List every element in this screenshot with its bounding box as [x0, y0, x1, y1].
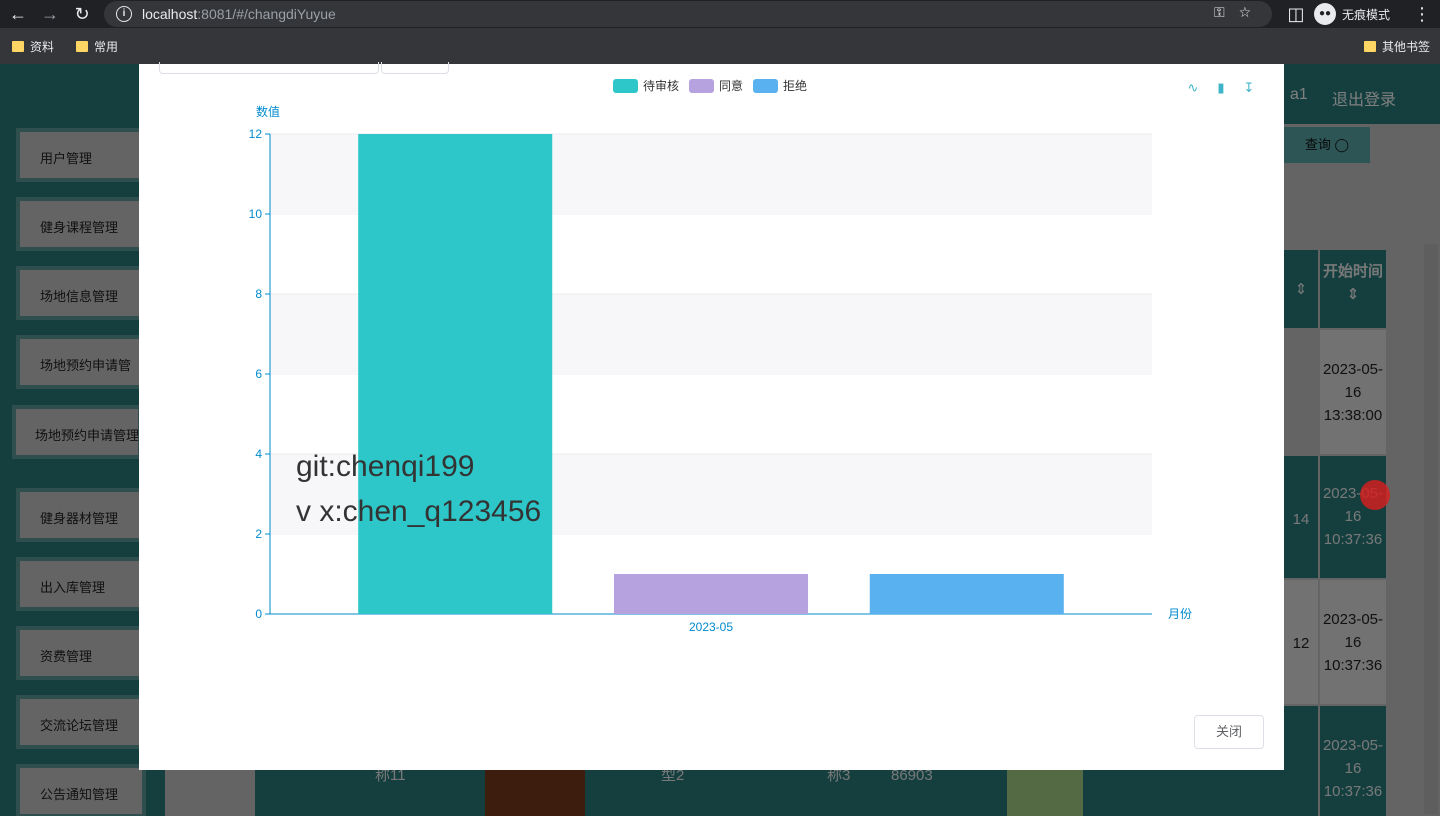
bar-chart: 0 2 4 6 8 10 12 数值月份 2023-05 [249, 104, 1192, 634]
site-info-icon[interactable]: i [116, 6, 132, 22]
bookmark-folder[interactable]: 资料 [12, 38, 54, 55]
x-tick-label: 2023-05 [689, 620, 733, 634]
omnibox-actions: ⚿ ☆ [1214, 4, 1251, 21]
close-button[interactable]: 关闭 [1194, 715, 1264, 749]
chart-dialog: 待审核 同意 拒绝 ∿ ▮ ↧ 0 2 4 6 8 10 12 数值 月份 2023-05 git… [139, 62, 1284, 770]
y-tick-label: 4 [255, 447, 262, 461]
bookmarks-bar: 资料 常用 其他书签 [0, 28, 1440, 64]
folder-icon [76, 41, 88, 52]
other-bookmarks[interactable]: 其他书签 [1364, 38, 1430, 55]
bar [358, 134, 553, 614]
incognito-label: 无痕模式 [1342, 7, 1391, 22]
reload-icon[interactable]: ↻ [70, 2, 94, 26]
y-tick-label: 2 [255, 527, 262, 541]
forward-icon[interactable]: → [38, 2, 62, 26]
browser-toolbar: ← → ↻ i localhost:8081/#/changdiYuyue ⚿ … [0, 0, 1440, 28]
back-icon[interactable]: ← [6, 2, 30, 26]
bookmark-folder[interactable]: 常用 [76, 38, 118, 55]
y-tick-label: 0 [255, 607, 262, 621]
incognito-icon: ●● [1314, 3, 1336, 25]
cursor-highlight [1360, 480, 1390, 510]
star-icon[interactable]: ☆ [1239, 4, 1252, 21]
address-bar[interactable]: i localhost:8081/#/changdiYuyue [104, 1, 1272, 27]
sidepanel-icon[interactable]: ◫ [1284, 2, 1308, 26]
folder-icon [1364, 41, 1376, 52]
bar [613, 574, 809, 614]
folder-icon [12, 41, 24, 52]
y-tick-label: 12 [249, 127, 263, 141]
y-axis-label: 数值 [256, 104, 280, 119]
bar [869, 574, 1064, 614]
x-axis-label: 月份 [1168, 607, 1192, 621]
incognito-indicator[interactable]: ●● 无痕模式 [1314, 3, 1390, 25]
y-tick-label: 10 [249, 207, 263, 221]
y-tick-label: 8 [255, 287, 262, 301]
menu-icon[interactable]: ⋮ [1410, 2, 1434, 26]
key-icon[interactable]: ⚿ [1214, 4, 1225, 21]
watermark-text: git:chenqi199 v x:chen_q123456 [296, 450, 542, 528]
url-text: localhost:8081/#/changdiYuyue [142, 6, 336, 22]
y-tick-label: 6 [255, 367, 262, 381]
